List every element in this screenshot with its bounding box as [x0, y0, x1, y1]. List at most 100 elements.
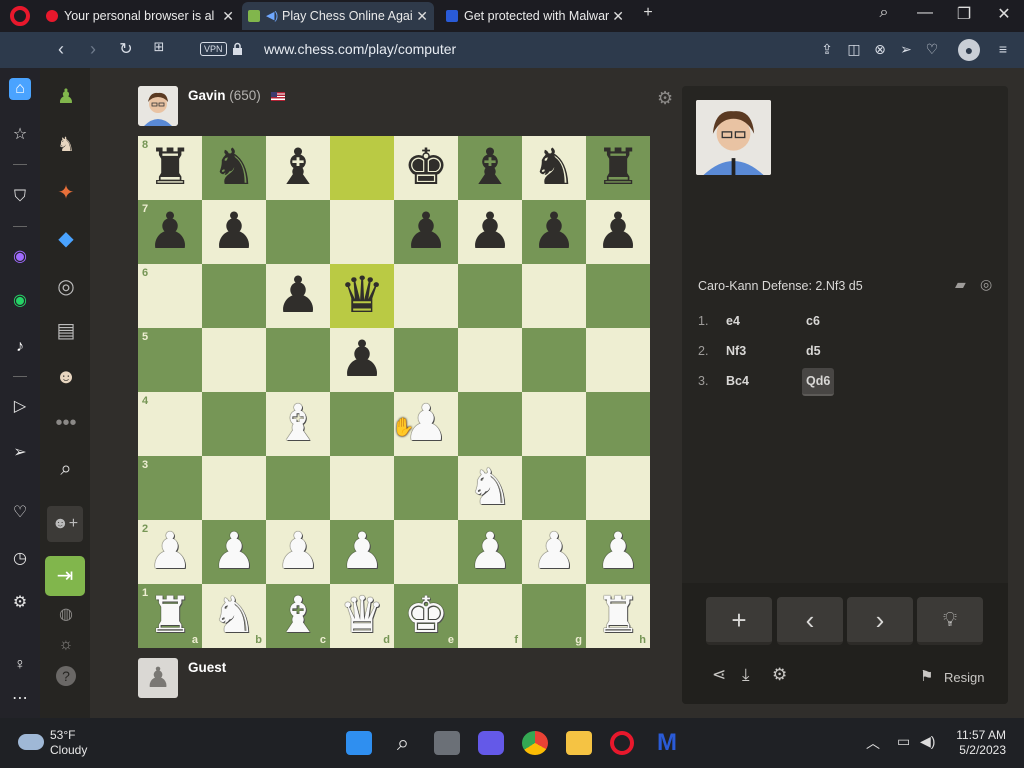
task-view-icon[interactable]	[434, 731, 460, 755]
settings-icon[interactable]: ⚙	[9, 592, 31, 614]
hint-button[interactable]: 💡︎	[917, 597, 983, 645]
square-b4[interactable]	[202, 392, 266, 456]
black-pawn-f7[interactable]: ♟	[458, 200, 522, 264]
white-move[interactable]: Nf3	[726, 344, 746, 358]
white-pawn-d2[interactable]: ♟	[330, 520, 394, 584]
opponent-name[interactable]: Gavin (650)	[188, 88, 285, 103]
theme-icon[interactable]: ☼	[53, 632, 79, 658]
square-d8[interactable]	[330, 136, 394, 200]
square-f5[interactable]	[458, 328, 522, 392]
share-icon[interactable]: ⇪	[818, 41, 836, 58]
square-e5[interactable]	[394, 328, 458, 392]
player-icon[interactable]: ▷	[9, 396, 31, 418]
puzzles-icon[interactable]: ✦	[53, 180, 79, 206]
help-icon[interactable]: ?	[56, 666, 76, 686]
display-icon[interactable]: ▭	[897, 733, 910, 750]
white-move[interactable]: Bc4	[726, 374, 749, 388]
tab-opera-welcome[interactable]: Your personal browser is al ✕	[40, 2, 240, 30]
white-rook-h1[interactable]: ♜	[586, 584, 650, 648]
play-icon[interactable]: ♞	[53, 132, 79, 158]
send-icon[interactable]: ➢	[9, 442, 31, 464]
white-pawn-h2[interactable]: ♟	[586, 520, 650, 584]
black-pawn-c6[interactable]: ♟	[266, 264, 330, 328]
opponent-avatar[interactable]	[138, 86, 178, 126]
black-pawn-e7[interactable]: ♟	[394, 200, 458, 264]
history-icon[interactable]: ◷	[9, 548, 31, 570]
black-pawn-b7[interactable]: ♟	[202, 200, 266, 264]
white-knight-b1[interactable]: ♞	[202, 584, 266, 648]
search-icon[interactable]: ⌕	[390, 731, 416, 755]
restore-icon[interactable]: ❐	[952, 4, 976, 24]
black-bishop-f8[interactable]: ♝	[458, 136, 522, 200]
square-b6[interactable]	[202, 264, 266, 328]
settings-icon[interactable]: ⚙	[772, 665, 787, 685]
black-king-e8[interactable]: ♚	[394, 136, 458, 200]
easy-setup-icon[interactable]: ≡	[994, 41, 1012, 57]
black-pawn-g7[interactable]: ♟	[522, 200, 586, 264]
messenger-icon[interactable]: ◉	[9, 246, 31, 268]
opera-menu-icon[interactable]	[10, 6, 30, 26]
profile-icon[interactable]: ●	[958, 39, 980, 61]
watch-icon[interactable]: ◎	[53, 274, 79, 300]
square-f1[interactable]: f	[458, 584, 522, 648]
previous-move-button[interactable]: ‹	[777, 597, 843, 645]
square-b5[interactable]	[202, 328, 266, 392]
new-game-button[interactable]: +	[706, 597, 772, 645]
news-icon[interactable]: ▤	[53, 318, 79, 344]
weather-widget[interactable]: 53°F Cloudy	[50, 728, 87, 758]
white-queen-d1[interactable]: ♛	[330, 584, 394, 648]
search-icon[interactable]: ⌕	[53, 456, 79, 482]
minimize-icon[interactable]: —	[913, 4, 937, 22]
square-g1[interactable]: g	[522, 584, 586, 648]
chess-logo-icon[interactable]: ♟	[53, 84, 79, 110]
square-d3[interactable]	[330, 456, 394, 520]
square-c5[interactable]	[266, 328, 330, 392]
black-bishop-c8[interactable]: ♝	[266, 136, 330, 200]
explore-icon[interactable]: ◎	[980, 276, 992, 293]
square-d7[interactable]	[330, 200, 394, 264]
square-e6[interactable]	[394, 264, 458, 328]
white-king-e1[interactable]: ♚	[394, 584, 458, 648]
next-move-button[interactable]: ›	[847, 597, 913, 645]
white-pawn-g2[interactable]: ♟	[522, 520, 586, 584]
opponent-name-text[interactable]: Gavin	[188, 88, 226, 103]
close-icon[interactable]: ✕	[222, 2, 234, 30]
opera-icon[interactable]	[610, 731, 634, 755]
lock-icon[interactable]	[232, 42, 243, 55]
windows-start-icon[interactable]	[346, 731, 372, 755]
white-knight-f3[interactable]: ♞	[458, 456, 522, 520]
volume-icon[interactable]: ◀)	[920, 733, 935, 750]
search-tabs-icon[interactable]: ⌕	[872, 4, 896, 22]
square-e3[interactable]	[394, 456, 458, 520]
black-knight-b8[interactable]: ♞	[202, 136, 266, 200]
chess-board[interactable]: 8 7 6 5 4 3 2 1 a b c d e f g h ♜ ♞ ♝ ♚ ♝ ♞ ♜ ♟ ♟ ♟ ♟ ♟ ♟ ♟ ♛ ♟ ♝ ♟ ♞ ♟ ♟ ♟ ♟ ♟…	[138, 136, 650, 648]
square-d4[interactable]	[330, 392, 394, 456]
more-icon[interactable]: •••	[53, 410, 79, 436]
close-icon[interactable]: ✕	[416, 2, 428, 30]
shopping-icon[interactable]: ⛉	[9, 186, 31, 208]
black-pawn-h7[interactable]: ♟	[586, 200, 650, 264]
tab-malwarebytes[interactable]: Get protected with Malwar ✕	[440, 2, 630, 30]
square-g5[interactable]	[522, 328, 586, 392]
white-pawn-a2[interactable]: ♟	[138, 520, 202, 584]
square-c3[interactable]	[266, 456, 330, 520]
social-icon[interactable]: ☻	[53, 364, 79, 390]
square-f4[interactable]	[458, 392, 522, 456]
square-h3[interactable]	[586, 456, 650, 520]
reload-icon[interactable]: ↻	[115, 39, 137, 59]
square-c7[interactable]	[266, 200, 330, 264]
white-pawn-c2[interactable]: ♟	[266, 520, 330, 584]
language-icon[interactable]: ◍	[53, 602, 79, 628]
bookmarks-icon[interactable]: ☆	[9, 124, 31, 146]
black-knight-g8[interactable]: ♞	[522, 136, 586, 200]
malwarebytes-icon[interactable]: M	[654, 731, 680, 755]
opening-name[interactable]: Caro-Kann Defense: 2.Nf3 d5	[698, 279, 863, 293]
camera-icon[interactable]: ◫	[845, 41, 863, 58]
file-explorer-icon[interactable]	[566, 731, 592, 755]
square-a3[interactable]: 3	[138, 456, 202, 520]
chrome-icon[interactable]	[522, 731, 548, 755]
new-tab-button[interactable]: +	[636, 4, 660, 22]
sign-up-icon[interactable]: ☻+	[47, 506, 83, 542]
square-g6[interactable]	[522, 264, 586, 328]
forward-icon[interactable]: ›	[82, 39, 104, 60]
